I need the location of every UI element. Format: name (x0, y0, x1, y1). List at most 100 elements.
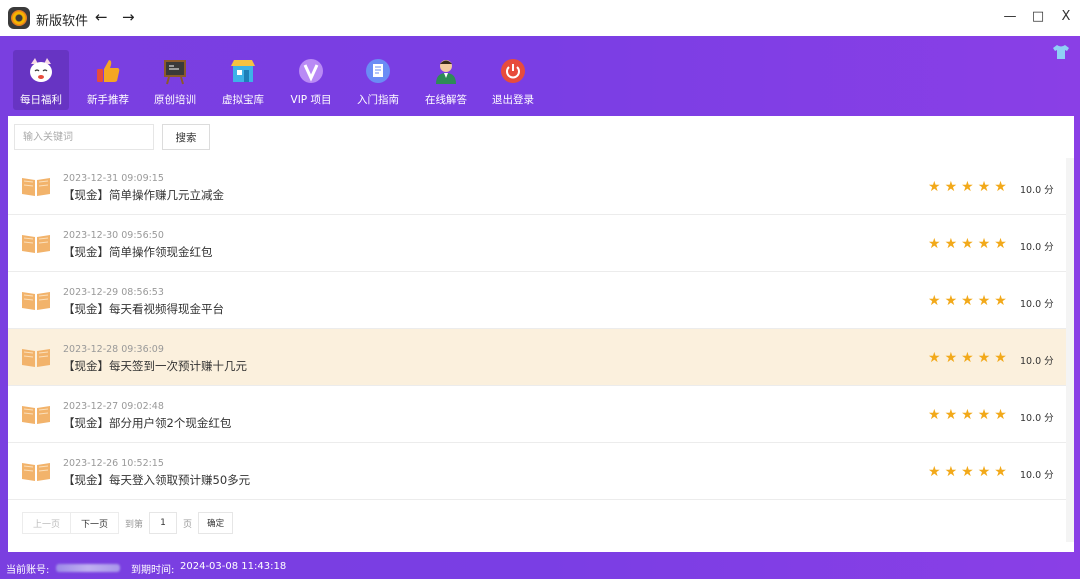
book-icon (22, 406, 50, 424)
cat-mascot-icon (26, 56, 56, 86)
star-icon: ★ (961, 179, 974, 195)
item-date: 2023-12-27 09:02:48 (63, 401, 164, 412)
rating-stars: ★ ★ ★ ★ ★ (928, 465, 1007, 479)
pagination: 上一页 下一页 到第 页 确定 (22, 512, 234, 534)
expire-value: 2024-03-08 11:43:18 (180, 561, 287, 572)
item-score: 10.0 分 (1020, 470, 1054, 481)
list-item[interactable]: 2023-12-29 08:56:53 【现金】每天看视频得现金平台 ★ ★ ★ ★ ★… (8, 272, 1066, 329)
item-date: 2023-12-26 10:52:15 (63, 458, 164, 469)
forward-button[interactable]: → (122, 8, 135, 26)
book-icon (22, 178, 50, 196)
star-icon: ★ (977, 293, 991, 309)
account-value-redacted (56, 564, 120, 572)
back-button[interactable]: ← (95, 8, 108, 26)
star-icon: ★ (928, 350, 941, 366)
list-item-hovered[interactable]: 2023-12-28 09:36:09 【现金】每天签到一次预计赚十几元 ★ ★ ★… (8, 329, 1066, 386)
rating-stars: ★ ★ ★ ★ ★ (928, 294, 1007, 308)
star-icon: ★ (977, 350, 991, 366)
tool-label: 新手推荐 (87, 94, 129, 106)
search-button[interactable]: 搜索 (162, 124, 210, 150)
star-icon: ★ (994, 407, 1007, 423)
chalkboard-icon (160, 56, 190, 86)
rating-stars: ★ ★ ★ ★ ★ (928, 237, 1007, 251)
star-icon: ★ (977, 179, 991, 195)
goto-label: 到第 (125, 519, 144, 530)
star-icon: ★ (994, 350, 1007, 366)
tool-vip-project[interactable]: VIP 项目 (283, 50, 339, 110)
goto-confirm-button[interactable]: 确定 (198, 512, 234, 534)
title-bar: 新版软件 ← → — □ X (0, 0, 1080, 36)
star-icon: ★ (961, 464, 974, 480)
star-icon: ★ (994, 179, 1007, 195)
book-icon (22, 463, 50, 481)
star-icon: ★ (944, 464, 958, 480)
item-date: 2023-12-28 09:36:09 (63, 344, 164, 355)
item-date: 2023-12-30 09:56:50 (63, 230, 164, 241)
item-score: 10.0 分 (1020, 356, 1054, 367)
star-icon: ★ (944, 179, 958, 195)
star-icon: ★ (977, 464, 991, 480)
search-input[interactable] (14, 124, 154, 150)
tool-getting-started[interactable]: 入门指南 (350, 50, 406, 110)
maximize-button[interactable]: □ (1028, 9, 1048, 24)
book-icon (22, 292, 50, 310)
tool-virtual-treasury[interactable]: 虚拟宝库 (215, 50, 271, 110)
tool-daily-welfare[interactable]: 每日福利 (13, 50, 69, 110)
page-suffix-label: 页 (183, 519, 193, 530)
minimize-button[interactable]: — (1000, 9, 1020, 24)
prev-page-button[interactable]: 上一页 (22, 512, 72, 534)
tool-label: VIP 项目 (290, 94, 332, 106)
item-score: 10.0 分 (1020, 413, 1054, 424)
item-date: 2023-12-29 08:56:53 (63, 287, 164, 298)
rating-stars: ★ ★ ★ ★ ★ (928, 351, 1007, 365)
thumbs-up-icon (93, 56, 123, 86)
window-title: 新版软件 (36, 14, 89, 29)
star-icon: ★ (928, 407, 941, 423)
star-icon: ★ (928, 236, 941, 252)
star-icon: ★ (994, 236, 1007, 252)
skin-shirt-icon[interactable] (1052, 44, 1070, 60)
main-toolbar: 每日福利 新手推荐 原创培训 虚拟宝库 VIP 项目 入门指南 在线解答 退出登… (0, 36, 1080, 116)
content-panel: 搜索 2023-12-31 09:09:15 【现金】简单操作赚几元立减金 ★★… (8, 116, 1074, 552)
star-icon: ★ (977, 236, 991, 252)
list-item[interactable]: 2023-12-31 09:09:15 【现金】简单操作赚几元立减金 ★ ★ ★ ★ ★… (8, 158, 1066, 215)
star-icon: ★ (994, 293, 1007, 309)
rating-stars: ★ ★ ★ ★ ★ (928, 408, 1007, 422)
tool-beginner-recommend[interactable]: 新手推荐 (80, 50, 136, 110)
item-title: 【现金】部分用户领2个现金红包 (63, 416, 232, 430)
tool-label: 虚拟宝库 (222, 94, 264, 106)
tool-logout[interactable]: 退出登录 (485, 50, 541, 110)
star-icon: ★ (928, 179, 941, 195)
next-page-button[interactable]: 下一页 (70, 512, 120, 534)
book-icon (22, 349, 50, 367)
item-score: 10.0 分 (1020, 299, 1054, 310)
tool-original-training[interactable]: 原创培训 (147, 50, 203, 110)
list-item[interactable]: 2023-12-27 09:02:48 【现金】部分用户领2个现金红包 ★ ★ ★ ★… (8, 386, 1066, 443)
tool-online-answers[interactable]: 在线解答 (418, 50, 474, 110)
item-title: 【现金】简单操作领现金红包 (63, 245, 213, 259)
star-icon: ★ (994, 464, 1007, 480)
star-icon: ★ (961, 236, 974, 252)
star-icon: ★ (961, 350, 974, 366)
item-title: 【现金】简单操作赚几元立减金 (63, 188, 224, 202)
star-icon: ★ (961, 293, 974, 309)
item-title: 【现金】每天看视频得现金平台 (63, 302, 224, 316)
list-item[interactable]: 2023-12-30 09:56:50 【现金】简单操作领现金红包 ★ ★ ★ ★ ★ … (8, 215, 1066, 272)
app-logo-icon (8, 7, 30, 29)
page-number-input[interactable] (149, 512, 178, 534)
tool-label: 每日福利 (20, 94, 62, 106)
star-icon: ★ (944, 293, 958, 309)
article-list: 2023-12-31 09:09:15 【现金】简单操作赚几元立减金 ★ ★ ★ ★ ★… (8, 158, 1066, 500)
close-button[interactable]: X (1056, 9, 1076, 24)
item-title: 【现金】每天签到一次预计赚十几元 (63, 359, 247, 373)
tool-label: 原创培训 (154, 94, 196, 106)
star-icon: ★ (944, 350, 958, 366)
shop-icon (228, 56, 258, 86)
rating-stars: ★ ★ ★ ★ ★ (928, 180, 1007, 194)
star-icon: ★ (977, 407, 991, 423)
tool-label: 退出登录 (492, 94, 534, 106)
tool-label: 入门指南 (357, 94, 399, 106)
power-icon (498, 56, 528, 86)
list-scrollbar[interactable] (1066, 158, 1074, 542)
list-item[interactable]: 2023-12-26 10:52:15 【现金】每天登入领取预计赚50多元 ★ ★… (8, 443, 1066, 500)
